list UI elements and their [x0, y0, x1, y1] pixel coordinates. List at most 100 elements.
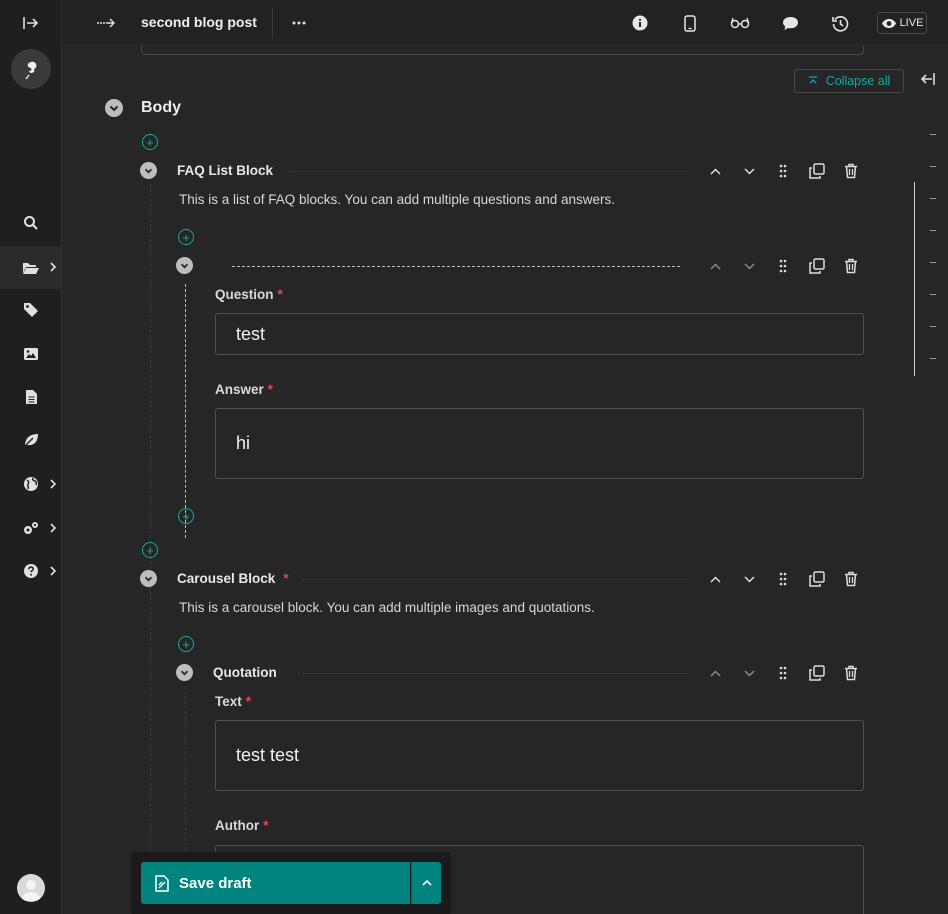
- faq-block-collapse-toggle[interactable]: [140, 162, 157, 179]
- carousel-block-actions: [698, 568, 868, 590]
- breadcrumb-toggle[interactable]: [92, 0, 120, 46]
- minimap-tick: [930, 230, 936, 231]
- answer-textarea[interactable]: hi: [215, 408, 864, 479]
- sidebar-item-content[interactable]: [0, 246, 62, 289]
- faq-block-description: This is a list of FAQ blocks. You can ad…: [179, 192, 615, 207]
- question-input[interactable]: test: [215, 313, 864, 355]
- ellipsis-icon: [292, 21, 306, 25]
- sidebar-item-tags[interactable]: [0, 290, 62, 330]
- plus-icon: +: [182, 229, 190, 245]
- duplicate-button[interactable]: [800, 568, 834, 590]
- mobile-icon: [684, 14, 696, 32]
- more-actions-button[interactable]: [286, 0, 312, 46]
- chevron-down-icon: [109, 105, 119, 111]
- move-up-button[interactable]: [698, 662, 732, 684]
- faq-block-title: FAQ List Block: [177, 163, 274, 178]
- save-draft-label: Save draft: [179, 874, 252, 892]
- mobile-preview-button[interactable]: [677, 0, 703, 46]
- history-button[interactable]: [827, 0, 853, 46]
- drag-handle[interactable]: [766, 255, 800, 277]
- minimap-tick: [930, 198, 936, 199]
- delete-button[interactable]: [834, 568, 868, 590]
- preview-button[interactable]: [727, 0, 753, 46]
- trash-icon: [845, 571, 857, 587]
- move-down-button[interactable]: [732, 160, 766, 182]
- logo-icon: [25, 61, 37, 80]
- quotation-text-textarea[interactable]: test test: [215, 720, 864, 791]
- move-up-button[interactable]: [698, 255, 732, 277]
- glasses-icon: [730, 17, 750, 29]
- live-preview-button[interactable]: LIVE: [877, 12, 927, 34]
- save-draft-button[interactable]: Save draft: [141, 862, 410, 904]
- move-down-button[interactable]: [732, 662, 766, 684]
- chevron-down-icon: [144, 576, 153, 581]
- quotation-title: Quotation: [213, 665, 277, 680]
- add-faq-item-button[interactable]: +: [178, 508, 194, 524]
- chevron-right-icon: [50, 566, 57, 576]
- copy-icon: [809, 258, 825, 274]
- collapse-all-label: Collapse all: [825, 74, 891, 88]
- sidebar-item-localization[interactable]: [0, 464, 62, 504]
- faq-block-actions: [698, 160, 868, 182]
- top-bar: second blog post LIVE: [62, 0, 948, 46]
- sidebar: [0, 0, 62, 914]
- chevron-down-icon: [180, 263, 189, 268]
- sidebar-item-settings[interactable]: [0, 508, 62, 548]
- minimap-scrollbar[interactable]: [914, 182, 915, 376]
- move-up-button[interactable]: [698, 160, 732, 182]
- expand-sidebar-button[interactable]: [0, 3, 62, 43]
- chevron-right-icon: [50, 262, 57, 272]
- delete-button[interactable]: [834, 255, 868, 277]
- sidebar-item-search[interactable]: [0, 203, 62, 243]
- previous-field-bottom: [141, 46, 864, 55]
- add-block-button[interactable]: +: [142, 134, 158, 150]
- move-up-button[interactable]: [698, 568, 732, 590]
- faq-item-collapse-toggle[interactable]: [176, 257, 193, 274]
- document-save-icon: [155, 874, 169, 892]
- collapse-up-icon: [808, 76, 817, 84]
- globe-icon: [24, 477, 38, 491]
- drag-handle[interactable]: [766, 160, 800, 182]
- chevron-down-icon: [180, 670, 189, 675]
- copy-icon: [809, 571, 825, 587]
- plus-icon: +: [146, 134, 154, 150]
- duplicate-button[interactable]: [800, 160, 834, 182]
- sidebar-item-sustainability[interactable]: [0, 420, 62, 460]
- comments-button[interactable]: [777, 0, 803, 46]
- duplicate-button[interactable]: [800, 255, 834, 277]
- author-label: Author *: [215, 818, 269, 833]
- app-logo[interactable]: [11, 49, 51, 89]
- user-avatar[interactable]: [17, 874, 45, 902]
- collapse-all-button[interactable]: Collapse all: [794, 69, 904, 93]
- answer-label: Answer *: [215, 382, 274, 397]
- divider: [288, 171, 688, 172]
- move-down-button[interactable]: [732, 568, 766, 590]
- sidebar-item-pages[interactable]: [0, 377, 62, 417]
- add-block-button[interactable]: +: [142, 542, 158, 558]
- chevron-up-icon: [709, 262, 721, 270]
- document-title: second blog post: [141, 14, 257, 30]
- chevron-up-icon: [709, 575, 721, 583]
- move-down-button[interactable]: [732, 255, 766, 277]
- save-options-button[interactable]: [411, 862, 441, 904]
- sidebar-item-help[interactable]: [0, 551, 62, 591]
- drag-icon: [779, 572, 787, 586]
- sidebar-item-media[interactable]: [0, 334, 62, 374]
- body-collapse-toggle[interactable]: [105, 99, 123, 117]
- info-button[interactable]: [627, 0, 653, 46]
- comment-icon: [782, 16, 798, 30]
- duplicate-button[interactable]: [800, 662, 834, 684]
- drag-handle[interactable]: [766, 568, 800, 590]
- add-faq-item-button[interactable]: +: [178, 229, 194, 245]
- quotation-collapse-toggle[interactable]: [176, 664, 193, 681]
- trash-icon: [845, 665, 857, 681]
- side-panel-toggle[interactable]: [920, 72, 936, 91]
- user-icon: [21, 880, 41, 901]
- delete-button[interactable]: [834, 662, 868, 684]
- delete-button[interactable]: [834, 160, 868, 182]
- copy-icon: [809, 665, 825, 681]
- image-icon: [24, 348, 38, 360]
- add-carousel-item-button[interactable]: +: [178, 636, 194, 652]
- carousel-block-collapse-toggle[interactable]: [140, 570, 157, 587]
- drag-handle[interactable]: [766, 662, 800, 684]
